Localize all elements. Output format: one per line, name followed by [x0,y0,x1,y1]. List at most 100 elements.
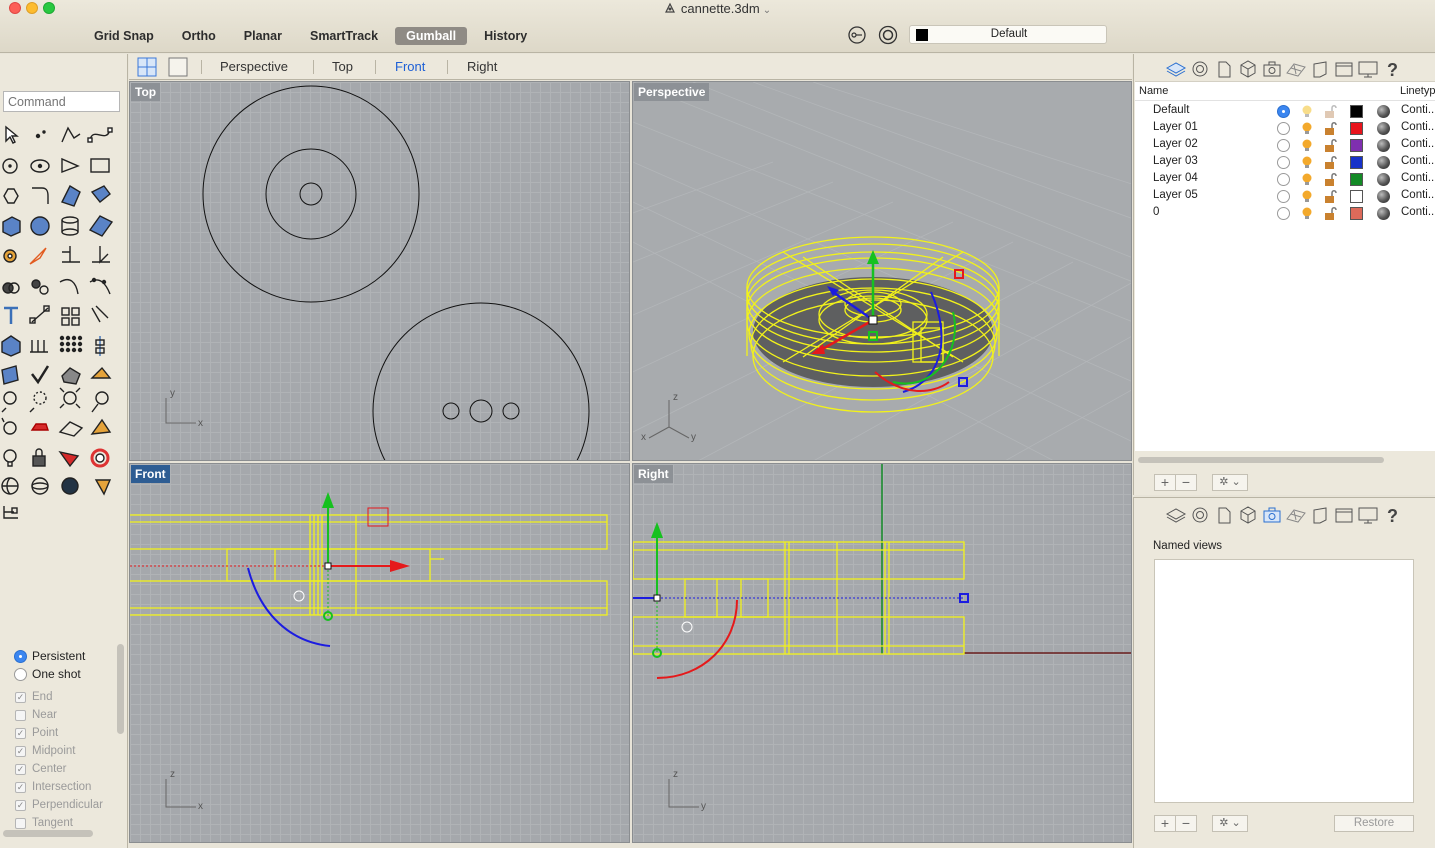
join-icon[interactable] [92,246,110,264]
midpoint-checkbox[interactable]: ✓ [15,745,26,757]
intersection-checkbox[interactable]: ✓ [15,781,26,793]
layer-color-swatch[interactable] [1350,207,1363,220]
perspective-viewport[interactable]: z y x Perspective [632,81,1132,461]
layer-linetype[interactable]: Conti... [1401,104,1435,116]
polyline-icon[interactable] [61,126,81,143]
zoom-icon[interactable] [1,391,17,413]
layer-linetype[interactable]: Conti... [1401,138,1435,150]
layer-visible-bulb-icon[interactable] [1300,138,1314,153]
layer-row[interactable]: Layer 03 Conti... [1135,154,1435,171]
document-properties-icon[interactable] [1212,505,1236,525]
layer-material-icon[interactable] [1377,190,1390,203]
title-chevron-down-icon[interactable]: ⌄ [763,5,771,16]
cube-icon[interactable] [1236,59,1260,79]
osnap-intersection[interactable]: ✓ Intersection [15,781,91,793]
layer-current-radio[interactable] [1277,105,1290,118]
box-icon[interactable] [2,216,21,237]
layer-current-radio[interactable] [1277,173,1290,186]
array-icon[interactable] [61,307,80,326]
osnap-persistent[interactable]: Persistent [14,649,85,663]
tab-perspective[interactable]: Perspective [220,59,288,74]
osnap-center[interactable]: ✓ Center [15,763,67,775]
top-viewport[interactable]: y x Top [129,81,630,461]
point-checkbox[interactable]: ✓ [15,727,26,739]
layer-name[interactable]: Layer 01 [1153,121,1198,133]
cube-icon[interactable] [1236,505,1260,525]
layers-name-header[interactable]: Name [1139,85,1168,97]
osnap-end[interactable]: ✓ End [15,691,52,703]
layer-name[interactable]: 0 [1153,206,1159,218]
check-icon[interactable] [31,365,50,385]
one-shot-radio[interactable] [14,667,27,681]
restore-button[interactable]: Restore [1334,815,1414,832]
layer-visible-bulb-icon[interactable] [1300,172,1314,187]
point-icon[interactable] [35,130,46,139]
tab-front[interactable]: Front [395,59,425,74]
car-icon[interactable] [30,423,49,431]
layer-unlock-icon[interactable] [1323,121,1337,136]
analyze-icon[interactable] [91,305,109,323]
rebuild-icon[interactable] [89,277,111,295]
fillet-icon[interactable] [32,187,49,204]
osnap-near[interactable]: Near [15,709,57,721]
planar-toggle[interactable]: Planar [233,27,293,45]
named-views-list[interactable] [1154,559,1414,803]
text-icon[interactable] [4,306,18,324]
extrude-icon[interactable] [90,185,111,203]
four-viewports-icon[interactable] [137,57,157,77]
properties-icon[interactable] [1188,59,1212,79]
single-viewport-icon[interactable] [168,57,188,77]
tangent-checkbox[interactable] [15,817,26,829]
osnap-perpendicular[interactable]: ✓ Perpendicular [15,799,103,811]
layer-current-radio[interactable] [1277,190,1290,203]
grid-array-icon[interactable] [59,335,83,353]
layer-current-radio[interactable] [1277,156,1290,169]
front-viewport[interactable]: z x Front [129,463,630,843]
layer-current-radio[interactable] [1277,122,1290,135]
perspective-viewport-label[interactable]: Perspective [634,83,710,101]
layer-row[interactable]: 0 Conti... [1135,205,1435,222]
page-curl-icon[interactable] [1308,505,1332,525]
cylinder-icon[interactable] [61,216,79,236]
globe-icon[interactable] [1,477,19,495]
properties-icon[interactable] [1188,505,1212,525]
zoom-selected-icon[interactable] [91,391,109,413]
layer-row[interactable]: Layer 01 Conti... [1135,120,1435,137]
layer-visible-bulb-icon[interactable] [1300,155,1314,170]
layer-unlock-icon[interactable] [1323,189,1337,204]
layer-row[interactable]: Layer 04 Conti... [1135,171,1435,188]
trim-icon[interactable] [62,246,80,263]
gradient-icon[interactable] [94,479,112,496]
filter-icon[interactable] [847,25,867,45]
layout-tree-icon[interactable] [3,506,18,519]
layer-linetype[interactable]: Conti... [1401,206,1435,218]
layer-linetype[interactable]: Conti... [1401,121,1435,133]
layer-row[interactable]: Layer 02 Conti... [1135,137,1435,154]
layers-horizontal-scrollbar[interactable] [1138,457,1384,463]
layer-row[interactable]: Default Conti... [1135,103,1435,120]
layer-unlock-icon[interactable] [1323,104,1337,119]
material-icon[interactable] [61,367,81,385]
layer-current-radio[interactable] [1277,207,1290,220]
panel-icon[interactable] [1332,59,1356,79]
light-icon[interactable] [3,449,17,467]
ellipse-icon[interactable] [30,159,50,173]
arc-icon[interactable] [61,157,80,174]
center-checkbox[interactable]: ✓ [15,763,26,775]
layer-color-swatch[interactable] [1350,105,1363,118]
osnap-midpoint[interactable]: ✓ Midpoint [15,745,75,757]
layer-visible-bulb-icon[interactable] [1300,206,1314,221]
layer-material-icon[interactable] [1377,207,1390,220]
section-icon[interactable] [58,450,80,468]
add-named-view-button[interactable]: + [1154,815,1176,832]
layer-current-radio[interactable] [1277,139,1290,152]
osnap-point[interactable]: ✓ Point [15,727,58,739]
layer-material-icon[interactable] [1377,156,1390,169]
texture-icon[interactable] [1284,59,1308,79]
drafting-icon[interactable] [1,365,19,385]
layer-unlock-icon[interactable] [1323,155,1337,170]
persistent-radio[interactable] [14,649,27,663]
lock-icon[interactable] [32,448,46,467]
right-viewport-label[interactable]: Right [634,465,673,483]
history-toggle[interactable]: History [473,27,538,45]
